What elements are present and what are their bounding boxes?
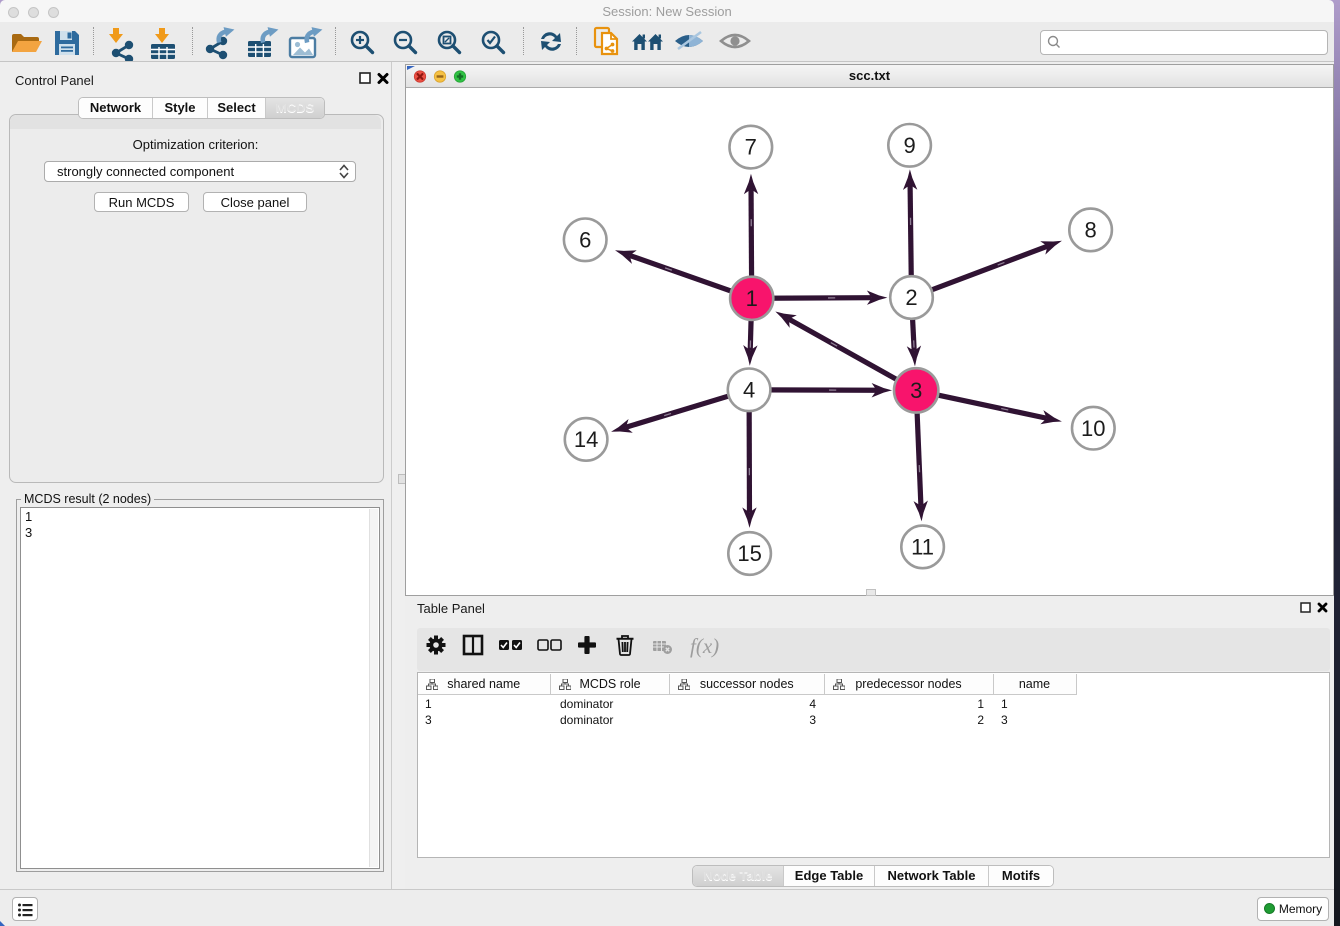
svg-text:1: 1 xyxy=(746,286,758,311)
svg-text:9: 9 xyxy=(903,133,915,158)
svg-text:3: 3 xyxy=(910,378,922,403)
svg-text:4: 4 xyxy=(743,377,755,402)
svg-text:10: 10 xyxy=(1081,416,1105,441)
svg-text:7: 7 xyxy=(745,135,757,160)
svg-text:6: 6 xyxy=(579,227,591,252)
svg-text:2: 2 xyxy=(905,285,917,310)
svg-text:8: 8 xyxy=(1084,218,1096,243)
svg-text:15: 15 xyxy=(737,541,761,566)
svg-text:11: 11 xyxy=(911,535,934,560)
svg-text:f(x): f(x) xyxy=(690,634,719,658)
svg-text:14: 14 xyxy=(574,427,598,452)
